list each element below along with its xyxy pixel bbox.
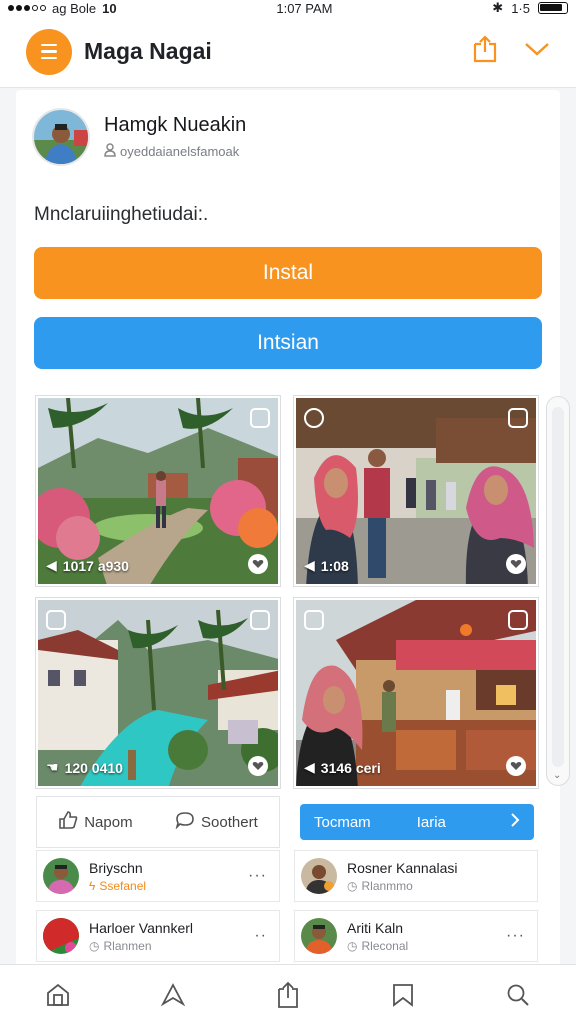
profile-header: Hamgk Nueakin oyeddaianelsfamoak — [32, 108, 246, 166]
avatar[interactable] — [32, 108, 90, 166]
chevron-down-icon[interactable] — [524, 41, 550, 62]
avatar — [301, 858, 337, 894]
search-icon[interactable] — [498, 975, 538, 1015]
heart-icon[interactable] — [248, 756, 268, 776]
chevron-down-icon[interactable]: ⌄ — [553, 770, 561, 781]
bookmark-icon[interactable] — [508, 408, 528, 428]
user-subtitle: Rlanmmo — [361, 878, 413, 893]
user-subtitle: Rleconal — [361, 938, 409, 953]
like-button[interactable]: Napom — [58, 811, 133, 833]
hand-icon: ☚ — [46, 759, 59, 775]
battery-icon — [537, 2, 568, 14]
user-name: Ariti Kaln — [347, 919, 404, 936]
profile-name: Hamgk Nueakin — [104, 114, 247, 136]
home-icon[interactable] — [38, 975, 78, 1015]
list-item[interactable]: Ariti Kaln ◷ Rleconal ··· — [294, 910, 538, 962]
more-icon[interactable]: ··· — [248, 867, 273, 885]
bookmark-icon[interactable] — [250, 408, 270, 428]
install-button[interactable]: Instal — [34, 247, 542, 299]
photo-tile[interactable]: ◀ 1:08 — [294, 396, 538, 586]
signal-icon — [8, 5, 46, 11]
heart-icon[interactable] — [506, 554, 526, 574]
bookmark-icon[interactable] — [383, 975, 423, 1015]
camera-icon — [304, 610, 324, 630]
photo-caption: 1017 a930 — [62, 557, 129, 574]
user-icon — [104, 143, 116, 160]
avatar — [43, 858, 79, 894]
app-header: Maga Nagai — [0, 16, 576, 88]
menu-icon[interactable] — [26, 28, 72, 75]
bolt-icon: ϟ — [89, 878, 96, 893]
photo-tile[interactable]: ◀ 1017 a930 — [36, 396, 280, 586]
status-extra: 10 — [102, 0, 117, 16]
bottom-nav — [0, 964, 576, 1024]
action-bar[interactable]: Tocmam Iaria — [300, 804, 534, 840]
clock-icon: ◷ — [347, 938, 358, 953]
like-label: Napom — [84, 813, 133, 831]
clock-icon: ◷ — [89, 938, 100, 953]
description-text: Mnclaruiinghetiudai:. — [34, 204, 209, 225]
photo-caption: 120 0410 — [64, 759, 123, 776]
user-subtitle: Ssefanel — [99, 878, 147, 893]
comment-label: Soothert — [201, 813, 258, 831]
status-bar: ag Bole 10 1:07 PAM ✱ 1·5 — [0, 0, 576, 16]
share-icon[interactable] — [472, 35, 498, 68]
bluetooth-icon: ✱ — [492, 0, 504, 15]
more-icon[interactable]: ··· — [506, 927, 531, 945]
profile-handle: oyeddaianelsfamoak — [120, 144, 240, 159]
photo-caption: 3146 ceri — [320, 759, 381, 776]
list-item[interactable]: Rosner Kannalasi ◷ Rlanmmo — [294, 850, 538, 902]
upload-icon[interactable] — [268, 975, 308, 1015]
user-name: Harloer Vannkerl — [89, 919, 194, 936]
list-item[interactable]: Harloer Vannkerl ◷ Rlanmen ·· — [36, 910, 280, 962]
scrollbar[interactable]: ⌄ — [546, 396, 570, 786]
heart-icon[interactable] — [248, 554, 268, 574]
clock-icon: ◷ — [347, 878, 358, 893]
secondary-button[interactable]: Intsian — [34, 317, 542, 369]
more-icon[interactable]: ·· — [254, 927, 273, 945]
photo-caption: 1:08 — [320, 557, 349, 574]
action-bar-label: Tocmam — [314, 813, 371, 831]
action-bar-label-secondary: Iaria — [416, 813, 446, 831]
page-title: Maga Nagai — [84, 38, 212, 64]
play-icon: ◀ — [304, 557, 315, 573]
heart-icon[interactable] — [506, 756, 526, 776]
avatar — [43, 918, 79, 954]
carrier-label: ag Bole — [52, 0, 97, 16]
bookmark-icon[interactable] — [508, 610, 528, 630]
avatar — [301, 918, 337, 954]
send-icon[interactable] — [153, 975, 193, 1015]
bookmark-icon[interactable] — [250, 610, 270, 630]
camera-icon — [46, 610, 66, 630]
photo-tile[interactable]: ◀ 3146 ceri — [294, 598, 538, 788]
scrollbar-thumb[interactable] — [552, 407, 564, 767]
clock-icon — [304, 408, 324, 428]
user-subtitle: Rlanmen — [103, 938, 152, 953]
play-icon: ◀ — [304, 759, 315, 775]
post-actions: Napom Soothert — [36, 796, 280, 848]
comment-icon — [175, 811, 195, 833]
status-time: 1:07 PAM — [276, 0, 333, 16]
comment-button[interactable]: Soothert — [175, 811, 258, 833]
chevron-right-icon[interactable] — [510, 813, 520, 831]
photo-tile[interactable]: ☚ 120 0410 — [36, 598, 280, 788]
list-item[interactable]: Briyschn ϟ Ssefanel ··· — [36, 850, 280, 902]
battery-label: 1·5 — [511, 0, 530, 16]
user-name: Rosner Kannalasi — [347, 859, 458, 876]
thumbs-up-icon — [58, 811, 78, 833]
play-icon: ◀ — [46, 557, 57, 573]
user-name: Briyschn — [89, 859, 143, 876]
